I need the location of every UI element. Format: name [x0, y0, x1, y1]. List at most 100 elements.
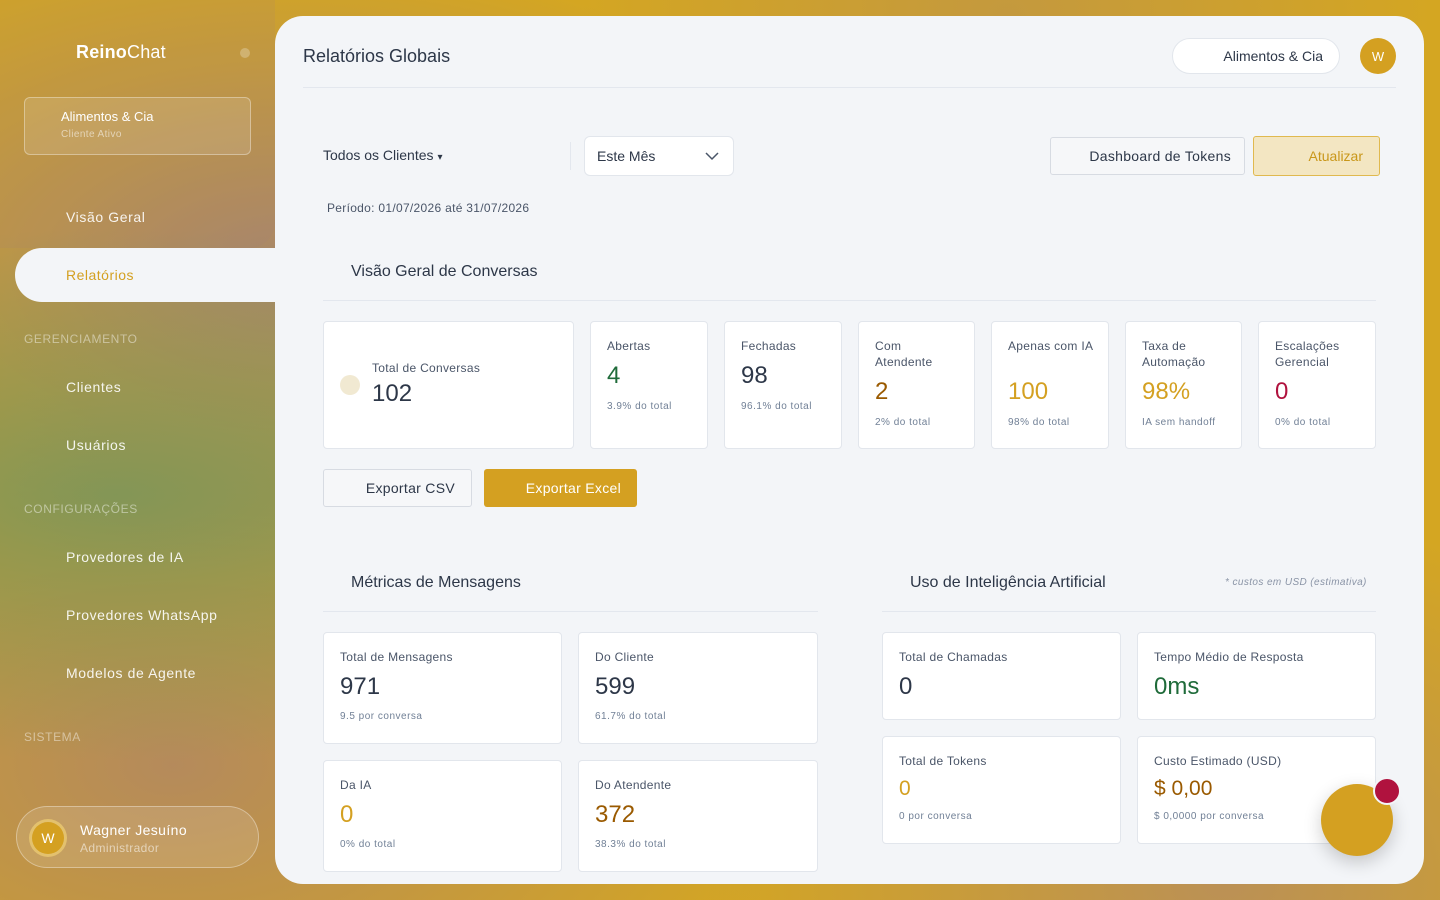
conversations-section-title: Visão Geral de Conversas — [351, 263, 538, 280]
period-text: Período: 01/07/2026 até 31/07/2026 — [327, 201, 530, 215]
cost-note: * custos em USD (estimativa) — [1225, 577, 1367, 588]
period-select[interactable]: Este Mês — [584, 136, 734, 176]
stat-card-closed: Fechadas 98 96.1% do total — [724, 321, 842, 449]
stat-label: Total de Tokens — [899, 754, 987, 768]
stat-label: Abertas — [607, 339, 651, 353]
brand-logo[interactable]: ReinoChat — [76, 42, 166, 63]
stat-label: Com Atendente — [875, 339, 933, 369]
stat-sub: IA sem handoff — [1142, 417, 1216, 428]
stat-value: 100 — [1008, 378, 1049, 405]
client-filter-label: Todos os Clientes — [323, 147, 434, 163]
conversations-divider — [323, 300, 1376, 301]
stat-sub: 0 por conversa — [899, 811, 973, 822]
user-name: Wagner Jesuíno — [80, 822, 188, 838]
messages-divider — [323, 611, 818, 612]
stat-value: 98% — [1142, 378, 1191, 405]
user-role: Administrador — [80, 841, 160, 855]
stat-sub: 38.3% do total — [595, 839, 666, 850]
user-avatar: W — [29, 819, 67, 857]
stat-value: 0 — [1275, 378, 1289, 405]
ai-card-response-time: Tempo Médio de Resposta 0ms — [1137, 632, 1376, 720]
tokens-dashboard-button[interactable]: Dashboard de Tokens — [1050, 137, 1245, 175]
sidebar-item-whatsapp-providers[interactable]: Provedores WhatsApp — [66, 607, 217, 623]
sidebar: ReinoChat Alimentos & Cia Cliente Ativo … — [0, 0, 290, 900]
ai-usage-divider — [882, 611, 1376, 612]
active-client-name: Alimentos & Cia — [61, 109, 154, 124]
sidebar-item-clients[interactable]: Clientes — [66, 379, 121, 395]
conversations-icon — [340, 375, 360, 395]
msg-card-total: Total de Mensagens 971 9.5 por conversa — [323, 632, 562, 744]
chevron-down-icon: ▾ — [437, 152, 443, 163]
messages-section-title: Métricas de Mensagens — [351, 574, 521, 591]
stat-sub: 61.7% do total — [595, 711, 666, 722]
stat-card-escalations: Escalações Gerencial 0 0% do total — [1258, 321, 1376, 449]
stat-value: 2 — [875, 378, 889, 405]
stat-label: Total de Chamadas — [899, 650, 1008, 664]
stat-sub: 96.1% do total — [741, 401, 812, 412]
stat-sub: 98% do total — [1008, 417, 1070, 428]
period-select-value: Este Mês — [597, 148, 656, 164]
user-profile-card[interactable]: W Wagner Jesuíno Administrador — [16, 806, 259, 868]
stat-card-automation-rate: Taxa de Automação 98% IA sem handoff — [1125, 321, 1242, 449]
section-label-management: GERENCIAMENTO — [24, 332, 138, 346]
active-client-status: Cliente Ativo — [61, 129, 122, 140]
stat-label: Fechadas — [741, 339, 797, 353]
stat-label: Tempo Médio de Resposta — [1154, 650, 1304, 664]
total-conversations-card: Total de Conversas 102 — [323, 321, 574, 449]
stat-sub: 9.5 por conversa — [340, 711, 423, 722]
stat-value: 0 — [340, 801, 354, 828]
stat-label: Total de Conversas — [372, 361, 481, 375]
stat-value: 971 — [340, 673, 381, 700]
header-avatar[interactable]: W — [1360, 38, 1396, 74]
header-divider — [303, 87, 1396, 88]
stat-value: 372 — [595, 801, 636, 828]
stat-card-with-agent: Com Atendente 2 2% do total — [858, 321, 975, 449]
stat-label: Da IA — [340, 778, 372, 792]
sidebar-item-reports-label: Relatórios — [66, 267, 135, 283]
active-client-card[interactable]: Alimentos & Cia Cliente Ativo — [24, 97, 251, 155]
export-excel-button[interactable]: Exportar Excel — [484, 469, 637, 507]
update-button[interactable]: Atualizar — [1253, 136, 1380, 176]
stat-label: Do Atendente — [595, 778, 672, 792]
sidebar-item-reports[interactable]: Relatórios — [15, 248, 290, 302]
stat-value: 0 — [899, 673, 913, 700]
collapse-toggle-icon[interactable] — [240, 48, 250, 58]
sidebar-item-ai-providers[interactable]: Provedores de IA — [66, 549, 184, 565]
stat-value: 98 — [741, 362, 768, 389]
main-panel: Relatórios Globais Alimentos & Cia W Tod… — [275, 16, 1424, 884]
stat-label: Apenas com IA — [1008, 339, 1094, 353]
page-title: Relatórios Globais — [303, 46, 451, 66]
export-csv-button[interactable]: Exportar CSV — [323, 469, 472, 507]
stat-sub: 2% do total — [875, 417, 931, 428]
filter-separator — [570, 142, 571, 170]
ai-card-tokens: Total de Tokens 0 0 por conversa — [882, 736, 1121, 844]
msg-card-agent: Do Atendente 372 38.3% do total — [578, 760, 818, 872]
stat-value: 0 — [899, 777, 911, 800]
ai-usage-section-title: Uso de Inteligência Artificial — [910, 574, 1106, 591]
stat-value: $ 0,00 — [1154, 777, 1213, 800]
stat-sub: $ 0,0000 por conversa — [1154, 811, 1265, 822]
msg-card-ai: Da IA 0 0% do total — [323, 760, 562, 872]
sidebar-item-users[interactable]: Usuários — [66, 437, 126, 453]
section-label-system: SISTEMA — [24, 730, 81, 744]
header-client-selector[interactable]: Alimentos & Cia — [1172, 38, 1340, 74]
msg-card-client: Do Cliente 599 61.7% do total — [578, 632, 818, 744]
stat-card-ai-only: Apenas com IA 100 98% do total — [991, 321, 1109, 449]
stat-label: Do Cliente — [595, 650, 655, 664]
stat-card-open: Abertas 4 3.9% do total — [590, 321, 708, 449]
stat-value: 4 — [607, 362, 621, 389]
section-label-settings: CONFIGURAÇÕES — [24, 502, 138, 516]
stat-sub: 0% do total — [1275, 417, 1331, 428]
ai-card-calls: Total de Chamadas 0 — [882, 632, 1121, 720]
stat-label: Total de Mensagens — [340, 650, 453, 664]
sidebar-item-agent-models[interactable]: Modelos de Agente — [66, 665, 196, 681]
stat-sub: 3.9% do total — [607, 401, 672, 412]
sidebar-item-overview[interactable]: Visão Geral — [66, 209, 146, 225]
stat-value: 599 — [595, 673, 636, 700]
client-filter-dropdown[interactable]: Todos os Clientes ▾ — [323, 147, 443, 163]
stat-value: 102 — [372, 380, 413, 407]
stat-label: Custo Estimado (USD) — [1154, 754, 1282, 768]
stat-sub: 0% do total — [340, 839, 396, 850]
stat-label: Escalações Gerencial — [1275, 339, 1340, 369]
notification-badge — [1373, 777, 1401, 805]
